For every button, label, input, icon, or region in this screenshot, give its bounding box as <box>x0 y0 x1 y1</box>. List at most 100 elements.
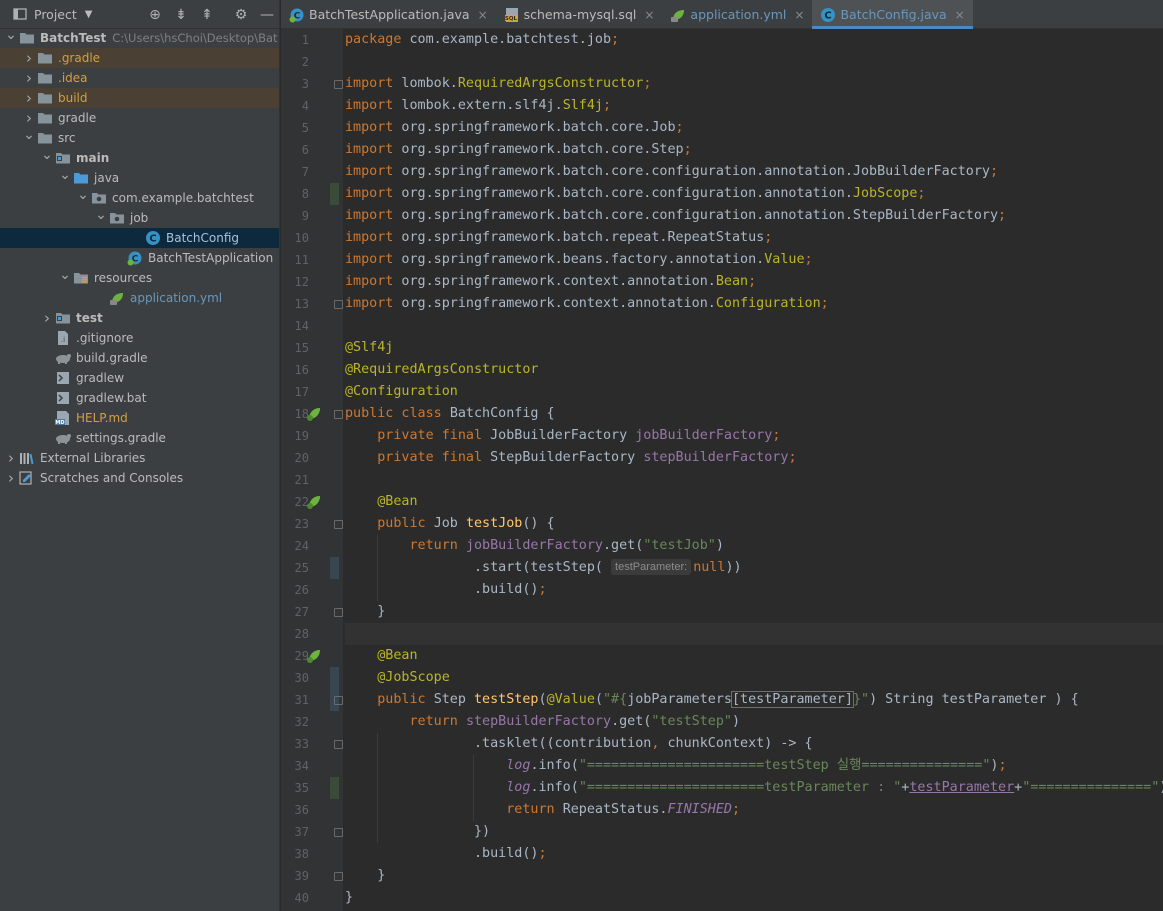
code-line[interactable] <box>345 623 1163 645</box>
code-line[interactable]: import org.springframework.batch.core.St… <box>345 139 1163 161</box>
tree-item[interactable]: › .idea <box>0 68 279 88</box>
close-icon[interactable]: × <box>478 8 488 22</box>
code-line[interactable]: return jobBuilderFactory.get("testJob") <box>345 535 1163 557</box>
chevron-down-icon[interactable]: ⌄ <box>94 207 108 223</box>
code-line[interactable]: private final StepBuilderFactory stepBui… <box>345 447 1163 469</box>
gear-icon[interactable]: ⚙ <box>231 5 251 25</box>
fold-marker[interactable] <box>334 696 343 705</box>
code-line[interactable]: public Job testJob() { <box>345 513 1163 535</box>
code-line[interactable]: import org.springframework.batch.core.co… <box>345 205 1163 227</box>
vcs-change-marker[interactable] <box>330 667 339 689</box>
tree-item[interactable]: ⌄ main <box>0 147 279 168</box>
project-view-selector[interactable]: Project <box>34 7 77 22</box>
vcs-change-marker[interactable] <box>330 183 339 205</box>
code-line[interactable]: return RepeatStatus.FINISHED; <box>345 799 1163 821</box>
tree-item[interactable]: ⌄ com.example.batchtest <box>0 187 279 208</box>
tree-item[interactable]: C BatchTestApplication <box>0 248 279 268</box>
code-line[interactable]: import org.springframework.batch.core.Jo… <box>345 117 1163 139</box>
code-line[interactable]: @Bean <box>345 491 1163 513</box>
tree-item[interactable]: ⌄ resources <box>0 267 279 288</box>
expand-all-icon[interactable]: ⇟ <box>171 5 191 25</box>
tree-item[interactable]: ⌄ BatchTest C:\Users\hsChoi\Desktop\Bat <box>0 27 279 48</box>
tree-item[interactable]: C BatchConfig <box>0 228 279 248</box>
tree-item[interactable]: › Scratches and Consoles <box>0 468 279 488</box>
tree-item[interactable]: ⌄ src <box>0 127 279 148</box>
code-line[interactable]: @RequiredArgsConstructor <box>345 359 1163 381</box>
code-line[interactable]: private final JobBuilderFactory jobBuild… <box>345 425 1163 447</box>
tree-item[interactable]: application.yml <box>0 288 279 308</box>
tab-application-yml[interactable]: application.yml × <box>662 0 812 29</box>
code-line[interactable] <box>345 51 1163 73</box>
fold-marker[interactable] <box>334 608 343 617</box>
code-line[interactable]: log.info("======================testPara… <box>345 777 1163 799</box>
tree-item[interactable]: MD HELP.md <box>0 408 279 428</box>
fold-marker[interactable] <box>334 80 343 89</box>
code-line[interactable]: @Configuration <box>345 381 1163 403</box>
code-line[interactable]: import org.springframework.context.annot… <box>345 271 1163 293</box>
fold-marker[interactable] <box>334 828 343 837</box>
vcs-change-marker[interactable] <box>330 777 339 799</box>
tree-item[interactable]: › gradle <box>0 108 279 128</box>
fold-marker[interactable] <box>334 740 343 749</box>
tab-batchtestapplication-java[interactable]: C BatchTestApplication.java × <box>281 0 496 29</box>
chevron-right-icon[interactable]: › <box>22 49 36 67</box>
code-line[interactable]: .tasklet((contribution, chunkContext) ->… <box>345 733 1163 755</box>
code-line[interactable]: @Bean <box>345 645 1163 667</box>
fold-marker[interactable] <box>334 872 343 881</box>
code-line[interactable]: public Step testStep(@Value("#{jobParame… <box>345 689 1163 711</box>
chevron-right-icon[interactable]: › <box>4 449 18 467</box>
chevron-right-icon[interactable]: › <box>22 109 36 127</box>
code-line[interactable]: .start(testStep( testParameter: null)) <box>345 557 1163 579</box>
code-line[interactable]: import org.springframework.batch.core.co… <box>345 161 1163 183</box>
spring-bean-icon[interactable] <box>305 647 323 665</box>
code-line[interactable]: }) <box>345 821 1163 843</box>
code-line[interactable]: import org.springframework.batch.core.co… <box>345 183 1163 205</box>
code-line[interactable]: } <box>345 601 1163 623</box>
code-line[interactable]: public class BatchConfig { <box>345 403 1163 425</box>
tree-item[interactable]: ⌄ job <box>0 207 279 228</box>
fold-marker[interactable] <box>334 300 343 309</box>
tree-item[interactable]: .i .gitignore <box>0 328 279 348</box>
vcs-change-marker[interactable] <box>330 557 339 579</box>
close-icon[interactable]: × <box>644 8 654 22</box>
chevron-down-icon[interactable]: ⌄ <box>4 27 18 43</box>
code-line[interactable] <box>345 469 1163 491</box>
code-editor[interactable]: 1 2 3 4 5 6 7 8 9 10 11 12 13 14 15 16 17 18 19 20 21 22 23 24 2… <box>281 29 1163 911</box>
tree-item[interactable]: build.gradle <box>0 348 279 368</box>
code-line[interactable]: import org.springframework.batch.repeat.… <box>345 227 1163 249</box>
chevron-down-icon[interactable]: ⌄ <box>58 267 72 283</box>
code-line[interactable]: @JobScope <box>345 667 1163 689</box>
tree-item[interactable]: › External Libraries <box>0 448 279 468</box>
tree-item[interactable]: gradlew <box>0 368 279 388</box>
chevron-down-icon[interactable]: ⌄ <box>40 147 54 163</box>
tree-item[interactable]: › test <box>0 308 279 328</box>
chevron-right-icon[interactable]: › <box>4 469 18 487</box>
locate-file-icon[interactable]: ⊕ <box>145 5 165 25</box>
code-line[interactable]: log.info("======================testStep… <box>345 755 1163 777</box>
code-line[interactable]: } <box>345 865 1163 887</box>
code-line[interactable]: package com.example.batchtest.job; <box>345 29 1163 51</box>
tree-item[interactable]: › build <box>0 88 279 108</box>
tab-schema-mysql-sql[interactable]: SQL schema-mysql.sql × <box>496 0 663 29</box>
chevron-down-icon[interactable]: ⌄ <box>76 187 90 203</box>
code-line[interactable]: return stepBuilderFactory.get("testStep"… <box>345 711 1163 733</box>
tree-item[interactable]: › .gradle <box>0 48 279 68</box>
chevron-down-icon[interactable]: ⌄ <box>22 127 36 143</box>
tab-batchconfig-java[interactable]: C BatchConfig.java × <box>812 0 974 29</box>
chevron-down-icon[interactable]: ⌄ <box>58 167 72 183</box>
spring-bean-icon[interactable] <box>305 405 323 423</box>
tree-item[interactable]: gradlew.bat <box>0 388 279 408</box>
fold-marker[interactable] <box>334 520 343 529</box>
code-line[interactable] <box>345 315 1163 337</box>
spring-bean-icon[interactable] <box>305 493 323 511</box>
chevron-right-icon[interactable]: › <box>22 69 36 87</box>
chevron-right-icon[interactable]: › <box>22 89 36 107</box>
tree-item[interactable]: ⌄ java <box>0 167 279 188</box>
code-line[interactable]: @Slf4j <box>345 337 1163 359</box>
tree-item[interactable]: settings.gradle <box>0 428 279 448</box>
hide-panel-icon[interactable]: — <box>257 5 277 25</box>
code-line[interactable]: import org.springframework.beans.factory… <box>345 249 1163 271</box>
code-line[interactable]: .build(); <box>345 579 1163 601</box>
chevron-right-icon[interactable]: › <box>40 309 54 327</box>
code-line[interactable]: import org.springframework.context.annot… <box>345 293 1163 315</box>
